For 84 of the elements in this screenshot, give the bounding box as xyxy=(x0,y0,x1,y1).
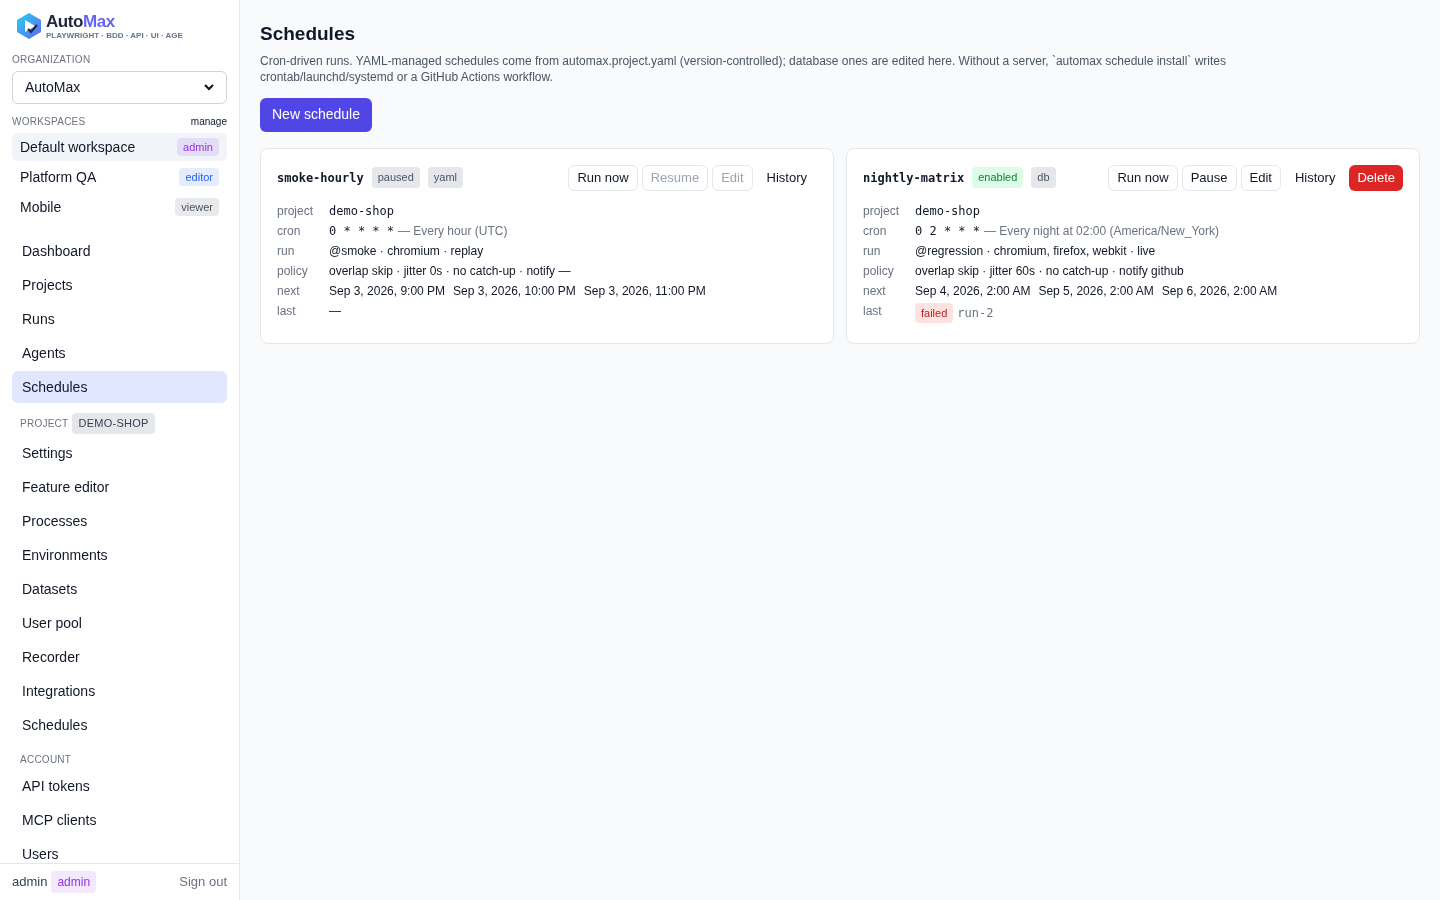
nav-item[interactable]: Feature editor xyxy=(12,471,227,504)
field-label: next xyxy=(863,282,887,299)
field-label: run xyxy=(863,242,882,259)
field-label: policy xyxy=(863,262,895,279)
action-button[interactable]: History xyxy=(1284,164,1346,191)
action-button[interactable]: Edit xyxy=(1240,164,1281,191)
field-label: cron xyxy=(277,222,302,239)
action-button[interactable]: Run now xyxy=(568,164,638,191)
workspace-item[interactable]: Default workspace admin xyxy=(12,133,227,161)
logo-icon xyxy=(16,12,42,40)
next-run-time: Sep 3, 2026, 11:00 PM xyxy=(583,282,706,299)
field-value: demo-shop xyxy=(329,202,395,219)
action-button[interactable]: Run now xyxy=(1108,164,1178,191)
cron-expression: 0 2 * * * xyxy=(915,222,981,239)
cron-expression: 0 * * * * xyxy=(329,222,395,239)
field-value: overlap skip · jitter 60s · no catch-up · notify github xyxy=(915,262,1184,279)
sign-out-link[interactable]: Sign out xyxy=(179,872,227,892)
field-value: demo-shop xyxy=(915,202,981,219)
role-tag: admin xyxy=(177,137,219,157)
action-button[interactable]: Pause xyxy=(1181,164,1237,191)
schedule-name: nightly-matrix xyxy=(863,169,965,187)
cron-description: — Every hour (UTC) xyxy=(398,222,508,239)
page-title: Schedules xyxy=(260,22,357,46)
nav-item[interactable]: API tokens xyxy=(12,770,227,803)
nav-item[interactable]: Schedules xyxy=(12,709,227,742)
page-description: Cron-driven runs. YAML-managed schedules come from automax.project.yaml (version-controlled); database ones are edited here. Without a server, `automax schedule install` writes crontab/launchd/systemd or a GitHub Actions workflow. xyxy=(260,52,1227,85)
nav-item[interactable]: Runs xyxy=(12,303,227,335)
field-value: @regression · chromium, firefox, webkit · live xyxy=(915,242,1156,259)
action-button[interactable]: Delete xyxy=(1349,164,1403,191)
field-label: run xyxy=(277,242,296,259)
source-tag: yaml xyxy=(427,167,464,188)
nav-item[interactable]: Agents xyxy=(12,337,227,369)
next-run-time: Sep 5, 2026, 2:00 AM xyxy=(1038,282,1154,299)
field-label: project xyxy=(277,202,315,219)
nav-item[interactable]: Schedules xyxy=(12,371,227,403)
field-label: next xyxy=(277,282,301,299)
next-run-time: Sep 3, 2026, 9:00 PM xyxy=(329,282,446,299)
section-label: PROJECT xyxy=(20,416,69,431)
field-label: last xyxy=(277,302,297,319)
run-id: run-2 xyxy=(957,304,994,321)
nav-item[interactable]: Datasets xyxy=(12,573,227,606)
logo-tagline: PLAYWRIGHT · BDD · API · UI · AGE xyxy=(46,30,183,40)
action-button[interactable]: History xyxy=(756,164,817,191)
nav-item[interactable]: Users xyxy=(12,838,227,863)
nav-item[interactable]: Projects xyxy=(12,269,227,301)
nav-item[interactable]: Settings xyxy=(12,437,227,470)
nav-item[interactable]: Dashboard xyxy=(12,235,227,267)
result-tag: failed xyxy=(915,302,954,323)
workspace-item[interactable]: Mobile viewer xyxy=(12,193,227,221)
next-run-time: Sep 3, 2026, 10:00 PM xyxy=(453,282,576,299)
section-label: ORGANIZATION xyxy=(12,53,92,67)
logo-wordmark: AutoMax xyxy=(46,12,116,30)
new-schedule-button[interactable]: New schedule xyxy=(260,97,372,132)
nav-item[interactable]: Recorder xyxy=(12,641,227,674)
organization-select[interactable]: AutoMax xyxy=(12,71,227,104)
user-name: admin xyxy=(12,873,48,892)
section-label: ACCOUNT xyxy=(20,752,72,767)
project-tag: DEMO-SHOP xyxy=(72,413,155,434)
field-value: overlap skip · jitter 0s · no catch-up · notify — xyxy=(329,262,571,279)
field-label: policy xyxy=(277,262,309,279)
next-run-time: Sep 4, 2026, 2:00 AM xyxy=(915,282,1031,299)
source-tag: db xyxy=(1031,167,1056,188)
next-run-time: Sep 6, 2026, 2:00 AM xyxy=(1161,282,1278,299)
nav-item[interactable]: User pool xyxy=(12,607,227,640)
field-label: project xyxy=(863,202,901,219)
nav-item[interactable]: MCP clients xyxy=(12,804,227,837)
role-tag: editor xyxy=(179,167,219,187)
schedule-name: smoke-hourly xyxy=(277,169,364,187)
nav-item[interactable]: Environments xyxy=(12,539,227,572)
section-label: WORKSPACES xyxy=(12,115,86,129)
field-value: @smoke · chromium · replay xyxy=(329,242,484,259)
role-tag: admin xyxy=(51,871,97,893)
cron-description: — Every night at 02:00 (America/New_York) xyxy=(984,222,1220,239)
nav-item[interactable]: Integrations xyxy=(12,675,227,708)
status-tag: enabled xyxy=(972,167,1024,188)
workspace-item[interactable]: Platform QA editor xyxy=(12,163,227,191)
role-tag: viewer xyxy=(175,197,219,217)
status-tag: paused xyxy=(371,167,420,188)
field-label: cron xyxy=(863,222,888,239)
nav-item[interactable]: Processes xyxy=(12,505,227,538)
field-value: — xyxy=(329,302,341,319)
field-label: last xyxy=(863,302,883,320)
manage-link[interactable]: manage xyxy=(190,114,227,129)
chevron-down-icon xyxy=(204,84,214,91)
